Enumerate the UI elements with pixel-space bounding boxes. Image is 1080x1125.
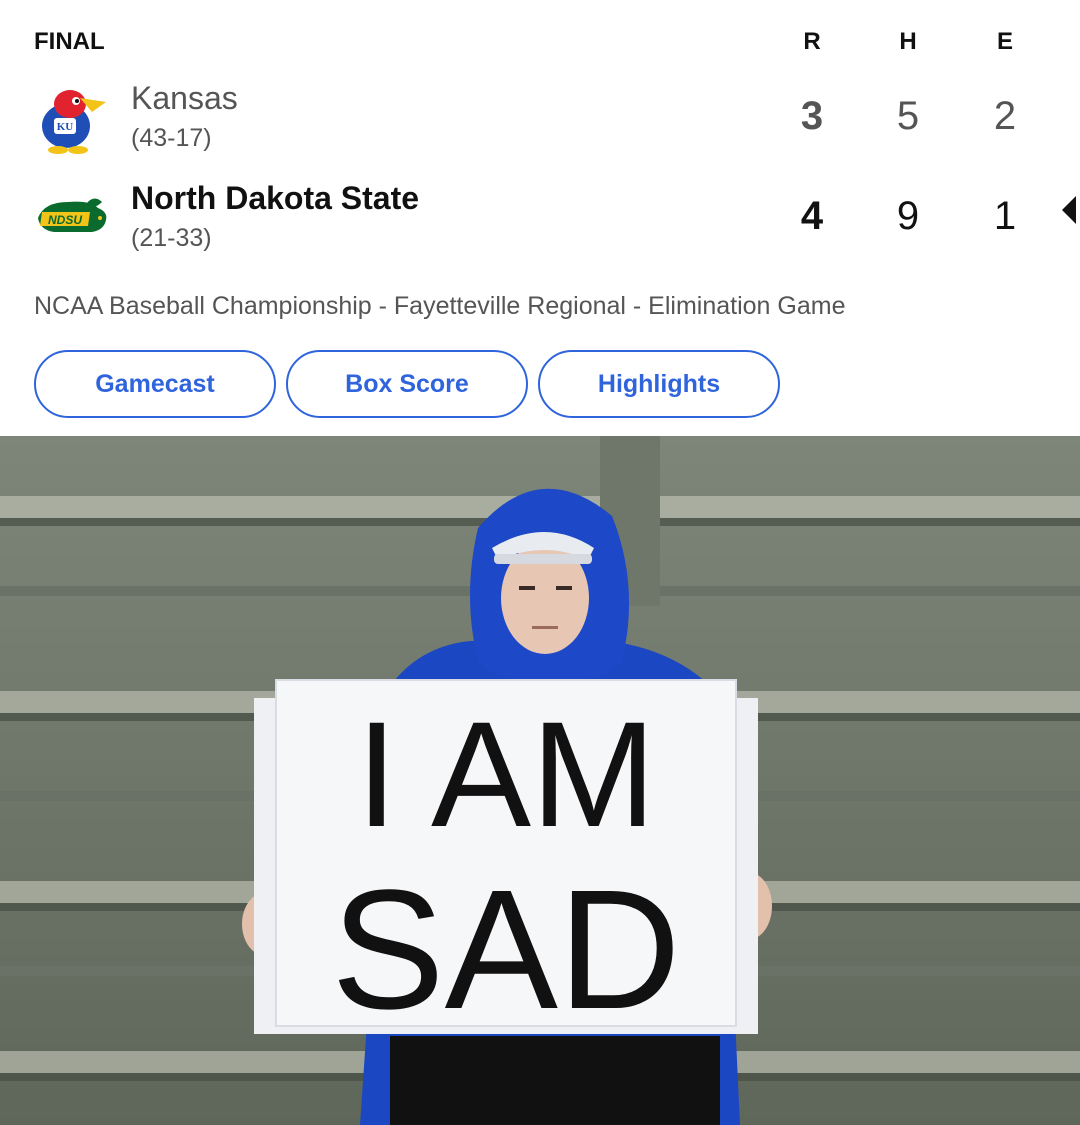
scoreboard-card: FINAL R H E KU Kansas (43-17) 3 5 2 NDSU… [0, 0, 1080, 436]
box-score-button[interactable]: Box Score [286, 350, 528, 418]
hits-value: 9 [896, 194, 920, 238]
errors-value: 2 [993, 94, 1017, 138]
ndsu-bison-logo: NDSU [34, 180, 110, 252]
runs-value: 4 [800, 194, 824, 238]
highlights-button[interactable]: Highlights [538, 350, 780, 418]
gamecast-button[interactable]: Gamecast [34, 350, 276, 418]
game-actions: Gamecast Box Score Highlights [34, 350, 780, 418]
team-name: North Dakota State [131, 180, 420, 216]
game-description: NCAA Baseball Championship - Fayettevill… [34, 292, 846, 320]
game-status: FINAL [34, 28, 105, 55]
team-record: (43-17) [131, 124, 212, 152]
column-header-hits: H [899, 28, 917, 55]
column-header-errors: E [996, 28, 1013, 55]
team-name: Kansas [131, 80, 238, 116]
team-row-north-dakota-state[interactable]: NDSU North Dakota State (21-33) 4 9 1 [0, 180, 1080, 270]
team-record: (21-33) [131, 224, 212, 252]
errors-value: 1 [993, 194, 1017, 238]
kansas-jayhawk-logo: KU [34, 84, 110, 156]
column-header-runs: R [803, 28, 821, 55]
svg-text:KU: KU [57, 121, 74, 133]
hits-value: 5 [896, 94, 920, 138]
winner-indicator-icon [1062, 196, 1076, 224]
runs-value: 3 [800, 94, 824, 138]
svg-text:NDSU: NDSU [48, 213, 82, 227]
fan-photo: I AM SAD [0, 436, 1080, 1125]
sign-line-1: I AM [356, 690, 656, 858]
team-row-kansas[interactable]: KU Kansas (43-17) 3 5 2 [0, 80, 1080, 170]
sign-line-2: SAD [331, 855, 681, 1045]
